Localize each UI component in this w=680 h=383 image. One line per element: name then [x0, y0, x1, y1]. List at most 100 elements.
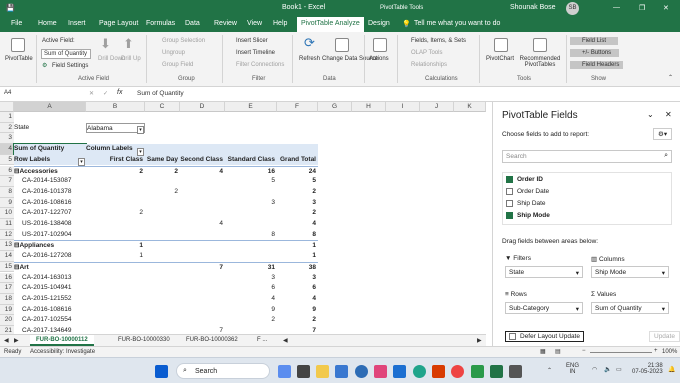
- checkbox-order-date[interactable]: [506, 188, 513, 195]
- language-indicator[interactable]: ENG IN: [566, 363, 579, 375]
- grid-cell[interactable]: Sum of Quantity: [13, 143, 87, 156]
- office-icon[interactable]: [432, 365, 445, 378]
- next-sheet-icon[interactable]: ▶: [14, 337, 19, 344]
- grid-cell[interactable]: [86, 305, 145, 316]
- row-header[interactable]: 11: [0, 219, 14, 230]
- formula-input[interactable]: Sum of Quantity: [137, 90, 184, 97]
- row-header[interactable]: 4: [0, 144, 14, 155]
- grid-cell[interactable]: CA-2016-101378: [14, 187, 86, 198]
- grid-cell[interactable]: First Class: [86, 154, 145, 166]
- grid-cell[interactable]: 7: [180, 261, 225, 273]
- tab-data[interactable]: Data: [185, 20, 200, 27]
- grid-cell[interactable]: [225, 123, 277, 134]
- grid-cell[interactable]: 3: [277, 273, 318, 284]
- grid-cell[interactable]: Standard Class: [225, 154, 277, 166]
- tab-insert[interactable]: Insert: [68, 20, 86, 27]
- grid-cell[interactable]: US-2016-138408: [14, 219, 86, 230]
- grid-cell[interactable]: [180, 123, 225, 134]
- zoom-in-icon[interactable]: +: [654, 348, 658, 354]
- pivot-filter-icon[interactable]: ▾: [137, 126, 144, 134]
- column-header-j[interactable]: J: [420, 102, 454, 112]
- grid-cell[interactable]: [86, 261, 145, 273]
- field-ship-date[interactable]: Ship Date: [506, 200, 546, 207]
- pivottable-icon[interactable]: [11, 38, 25, 52]
- grid-cell[interactable]: 1: [277, 251, 318, 262]
- fields-items-sets-button[interactable]: Fields, Items, & Sets: [411, 38, 466, 44]
- grid-cell[interactable]: CA-2015-121552: [14, 294, 86, 305]
- insert-timeline-button[interactable]: Insert Timeline: [236, 50, 275, 56]
- zoom-level[interactable]: 100%: [662, 349, 677, 355]
- sheet-scroll-left-icon[interactable]: ◀: [283, 337, 288, 344]
- battery-icon[interactable]: ▭: [616, 366, 622, 373]
- grid-cell[interactable]: 8: [277, 230, 318, 241]
- grid-cell[interactable]: [180, 187, 225, 198]
- defer-layout-update-checkbox[interactable]: Defer Layout Update: [505, 331, 584, 343]
- grid-cell[interactable]: 5: [225, 176, 277, 187]
- grid-cell[interactable]: [180, 144, 225, 155]
- grid-cell[interactable]: 16: [225, 165, 277, 177]
- edge-icon[interactable]: [413, 365, 426, 378]
- pivottable-button[interactable]: PivotTable: [5, 56, 33, 62]
- tab-formulas[interactable]: Formulas: [146, 20, 175, 27]
- pivotchart-button[interactable]: PivotChart: [486, 56, 514, 62]
- relationships-button[interactable]: Relationships: [411, 62, 447, 68]
- row-header[interactable]: 10: [0, 208, 14, 219]
- group-selection-button[interactable]: Group Selection: [162, 38, 205, 44]
- grid-cell[interactable]: CA-2016-108616: [14, 198, 86, 209]
- grid-cell[interactable]: 1: [277, 240, 318, 251]
- grid-cell[interactable]: [86, 283, 145, 294]
- grid-cell[interactable]: [145, 261, 180, 273]
- row-header[interactable]: 6: [0, 165, 14, 177]
- grid-cell[interactable]: 4: [225, 294, 277, 305]
- column-header-c[interactable]: C: [145, 102, 180, 112]
- clock[interactable]: 21:38 07-05-2023: [632, 363, 663, 375]
- row-header[interactable]: 17: [0, 283, 14, 294]
- filter-connections-button[interactable]: Filter Connections: [236, 62, 284, 68]
- grid-cell[interactable]: [145, 198, 180, 209]
- grid-cell[interactable]: 6: [225, 283, 277, 294]
- columns-ship-mode-dropdown[interactable]: Ship Mode ▾: [591, 266, 669, 278]
- grid-cell[interactable]: [225, 208, 277, 219]
- row-header[interactable]: 13: [0, 240, 14, 252]
- app-icon[interactable]: [509, 365, 522, 378]
- buttons-toggle[interactable]: +/- Buttons: [570, 49, 620, 57]
- grid-cell[interactable]: CA-2016-127208: [14, 251, 86, 262]
- actions-button[interactable]: Actions: [369, 56, 389, 62]
- grid-cell[interactable]: [225, 187, 277, 198]
- zoom-slider[interactable]: [590, 352, 652, 353]
- checkbox-ship-date[interactable]: [506, 200, 513, 207]
- grid-cell[interactable]: 4: [277, 294, 318, 305]
- dell-icon[interactable]: [355, 365, 368, 378]
- copilot-icon[interactable]: [278, 365, 291, 378]
- grid-cell[interactable]: 2: [277, 208, 318, 219]
- refresh-button[interactable]: Refresh: [299, 56, 320, 62]
- column-header-h[interactable]: H: [352, 102, 386, 112]
- zoom-out-icon[interactable]: −: [582, 348, 586, 354]
- grid-cell[interactable]: 2: [86, 208, 145, 219]
- task-view-icon[interactable]: [297, 365, 310, 378]
- chrome-icon[interactable]: [451, 365, 464, 378]
- row-header[interactable]: 14: [0, 251, 14, 262]
- grid-cell[interactable]: [145, 208, 180, 219]
- grid-cell[interactable]: [145, 112, 180, 123]
- sheet-tab[interactable]: F ...: [257, 337, 267, 343]
- tab-pivottable-analyze[interactable]: PivotTable Analyze: [297, 17, 364, 32]
- grid-cell[interactable]: [86, 112, 145, 123]
- music-app-icon[interactable]: [374, 365, 387, 378]
- column-header-b[interactable]: B: [86, 102, 145, 112]
- grid-cell[interactable]: 6: [277, 283, 318, 294]
- grid-cell[interactable]: CA-2017-102554: [14, 315, 86, 326]
- grid-cell[interactable]: [86, 187, 145, 198]
- grid-cell[interactable]: 38: [277, 261, 318, 273]
- grid-cell[interactable]: 2: [86, 165, 145, 177]
- tell-me-search[interactable]: Tell me what you want to do: [414, 20, 500, 27]
- grid-cell[interactable]: 2: [225, 315, 277, 326]
- taskbar-search[interactable]: ⌕ Search: [176, 363, 270, 379]
- grid-cell[interactable]: [180, 133, 225, 144]
- grid-cell[interactable]: [145, 305, 180, 316]
- grid-cell[interactable]: Same Day: [145, 154, 180, 166]
- grid-cell[interactable]: [145, 315, 180, 326]
- grid-cell[interactable]: Row Labels: [14, 154, 86, 166]
- security-icon[interactable]: [471, 365, 484, 378]
- grid-cell[interactable]: 24: [277, 165, 318, 177]
